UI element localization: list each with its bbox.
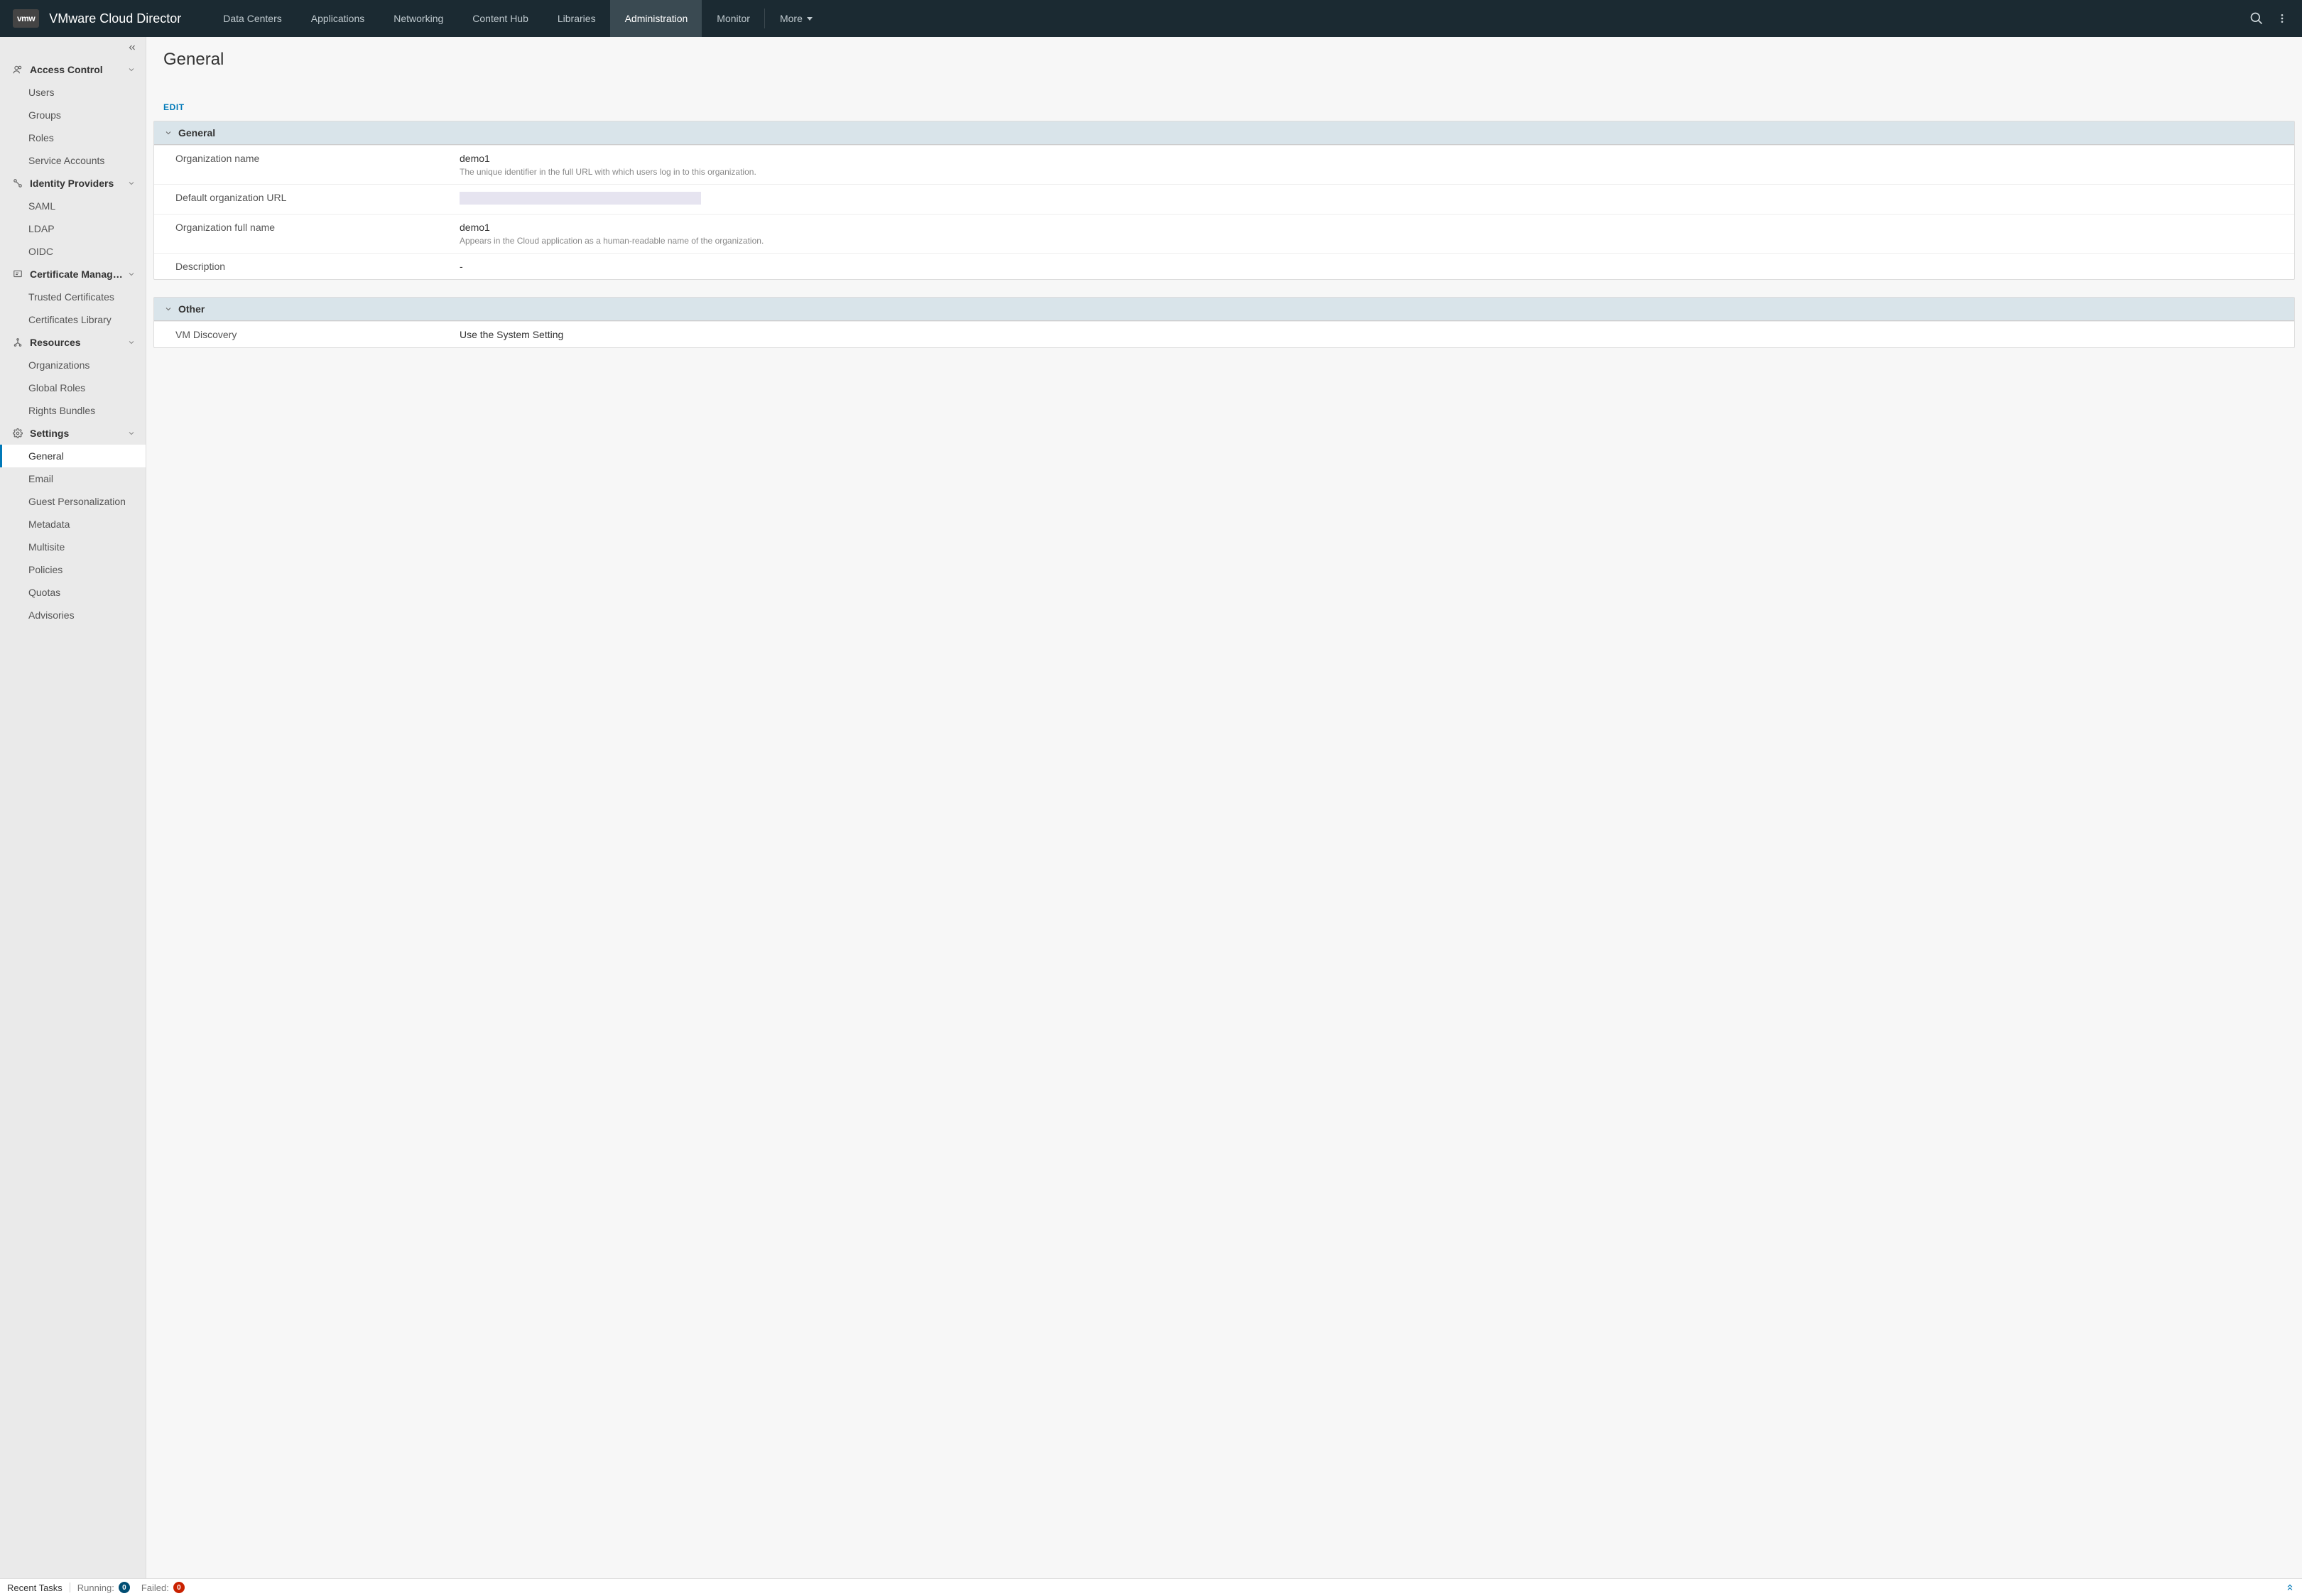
sidebar-item-groups[interactable]: Groups (0, 104, 146, 126)
nav-tab-administration[interactable]: Administration (610, 0, 702, 37)
row-value: - (460, 261, 2284, 272)
recent-tasks-label[interactable]: Recent Tasks (7, 1583, 63, 1593)
nav-tab-networking[interactable]: Networking (379, 0, 457, 37)
row-label: Default organization URL (175, 192, 460, 207)
sidebar-item-advisories[interactable]: Advisories (0, 604, 146, 626)
sidebar-header-label: Identity Providers (30, 178, 127, 189)
sidebar-group-settings: Settings General Email Guest Personaliza… (0, 422, 146, 626)
row-value: demo1 (460, 153, 2284, 164)
sidebar-item-service-accounts[interactable]: Service Accounts (0, 149, 146, 172)
sidebar-header-identity-providers[interactable]: Identity Providers (0, 172, 146, 195)
sidebar-item-metadata[interactable]: Metadata (0, 513, 146, 536)
nav-tab-content-hub[interactable]: Content Hub (457, 0, 543, 37)
failed-count-badge[interactable]: 0 (173, 1582, 185, 1593)
nav-tab-data-centers[interactable]: Data Centers (208, 0, 295, 37)
nav-tab-monitor[interactable]: Monitor (702, 0, 764, 37)
edit-button[interactable]: EDIT (163, 102, 185, 112)
sidebar-header-certificate-management[interactable]: Certificate Managem… (0, 263, 146, 286)
row-organization-name: Organization name demo1 The unique ident… (154, 145, 2294, 184)
sidebar-item-saml[interactable]: SAML (0, 195, 146, 217)
kebab-menu-icon[interactable] (2276, 11, 2288, 26)
tree-icon (13, 337, 24, 347)
sidebar-item-trusted-certificates[interactable]: Trusted Certificates (0, 286, 146, 308)
sidebar-header-label: Access Control (30, 64, 127, 75)
page-title: General (163, 50, 2285, 70)
panel-general: General Organization name demo1 The uniq… (153, 121, 2295, 280)
panel-header-general[interactable]: General (154, 121, 2294, 145)
sidebar-item-ldap[interactable]: LDAP (0, 217, 146, 240)
sidebar-group-certificate-management: Certificate Managem… Trusted Certificate… (0, 263, 146, 331)
sidebar-item-policies[interactable]: Policies (0, 558, 146, 581)
nav-tab-libraries[interactable]: Libraries (543, 0, 610, 37)
sidebar-item-certificates-library[interactable]: Certificates Library (0, 308, 146, 331)
sidebar-group-access-control: Access Control Users Groups Roles Servic… (0, 58, 146, 172)
failed-label: Failed: (141, 1583, 169, 1593)
sidebar-item-quotas[interactable]: Quotas (0, 581, 146, 604)
search-icon[interactable] (2249, 11, 2264, 26)
redacted-value (460, 192, 701, 205)
sidebar-item-oidc[interactable]: OIDC (0, 240, 146, 263)
sidebar-group-resources: Resources Organizations Global Roles Rig… (0, 331, 146, 422)
row-label: Organization full name (175, 222, 460, 246)
sidebar-item-guest-personalization[interactable]: Guest Personalization (0, 490, 146, 513)
row-value: demo1 (460, 222, 2284, 233)
row-label: Description (175, 261, 460, 272)
sidebar-group-identity-providers: Identity Providers SAML LDAP OIDC (0, 172, 146, 263)
sidebar-item-organizations[interactable]: Organizations (0, 354, 146, 376)
row-help: The unique identifier in the full URL wi… (460, 167, 2284, 177)
panel-title: General (178, 127, 215, 139)
row-label: Organization name (175, 153, 460, 177)
sidebar-item-email[interactable]: Email (0, 467, 146, 490)
row-default-org-url: Default organization URL (154, 184, 2294, 214)
chevron-down-icon (164, 305, 173, 313)
row-description: Description - (154, 253, 2294, 279)
sidebar-header-label: Certificate Managem… (30, 268, 127, 280)
sidebar-header-access-control[interactable]: Access Control (0, 58, 146, 81)
row-organization-full-name: Organization full name demo1 Appears in … (154, 214, 2294, 253)
chevron-down-icon (127, 270, 136, 278)
chevron-down-icon (127, 338, 136, 347)
gear-icon (13, 428, 24, 438)
sidebar-header-resources[interactable]: Resources (0, 331, 146, 354)
panel-other: Other VM Discovery Use the System Settin… (153, 297, 2295, 348)
row-value: Use the System Setting (460, 329, 2284, 340)
row-label: VM Discovery (175, 329, 460, 340)
users-icon (13, 65, 24, 75)
panel-title: Other (178, 303, 205, 315)
sidebar-item-general[interactable]: General (0, 445, 146, 467)
running-count-badge[interactable]: 0 (119, 1582, 130, 1593)
running-label: Running: (77, 1583, 114, 1593)
main-content: General EDIT General Organization name d… (146, 37, 2302, 1578)
expand-tasks-icon[interactable] (2285, 1583, 2295, 1592)
sidebar-item-users[interactable]: Users (0, 81, 146, 104)
nav-tabs: Data Centers Applications Networking Con… (208, 0, 827, 37)
chevron-down-icon (127, 179, 136, 188)
nav-tab-applications[interactable]: Applications (296, 0, 379, 37)
row-vm-discovery: VM Discovery Use the System Setting (154, 321, 2294, 347)
sidebar-header-label: Settings (30, 428, 127, 439)
brand-title: VMware Cloud Director (49, 11, 181, 26)
sidebar-item-rights-bundles[interactable]: Rights Bundles (0, 399, 146, 422)
brand-logo: vmw (13, 9, 39, 28)
sidebar-item-global-roles[interactable]: Global Roles (0, 376, 146, 399)
chevron-down-icon (127, 65, 136, 74)
footer-bar: Recent Tasks Running: 0 Failed: 0 (0, 1578, 2302, 1596)
brand: vmw VMware Cloud Director (0, 9, 194, 28)
sidebar-header-settings[interactable]: Settings (0, 422, 146, 445)
chevron-down-icon (127, 429, 136, 438)
link-icon (13, 178, 24, 188)
sidebar: Access Control Users Groups Roles Servic… (0, 37, 146, 1578)
nav-tab-more[interactable]: More (765, 0, 827, 37)
sidebar-item-roles[interactable]: Roles (0, 126, 146, 149)
sidebar-header-label: Resources (30, 337, 127, 348)
top-nav: vmw VMware Cloud Director Data Centers A… (0, 0, 2302, 37)
nav-right (2249, 11, 2302, 26)
panel-header-other[interactable]: Other (154, 298, 2294, 321)
sidebar-item-multisite[interactable]: Multisite (0, 536, 146, 558)
chevron-down-icon (164, 129, 173, 137)
certificate-icon (13, 269, 24, 279)
sidebar-collapse-button[interactable] (0, 37, 146, 58)
row-help: Appears in the Cloud application as a hu… (460, 236, 2284, 246)
